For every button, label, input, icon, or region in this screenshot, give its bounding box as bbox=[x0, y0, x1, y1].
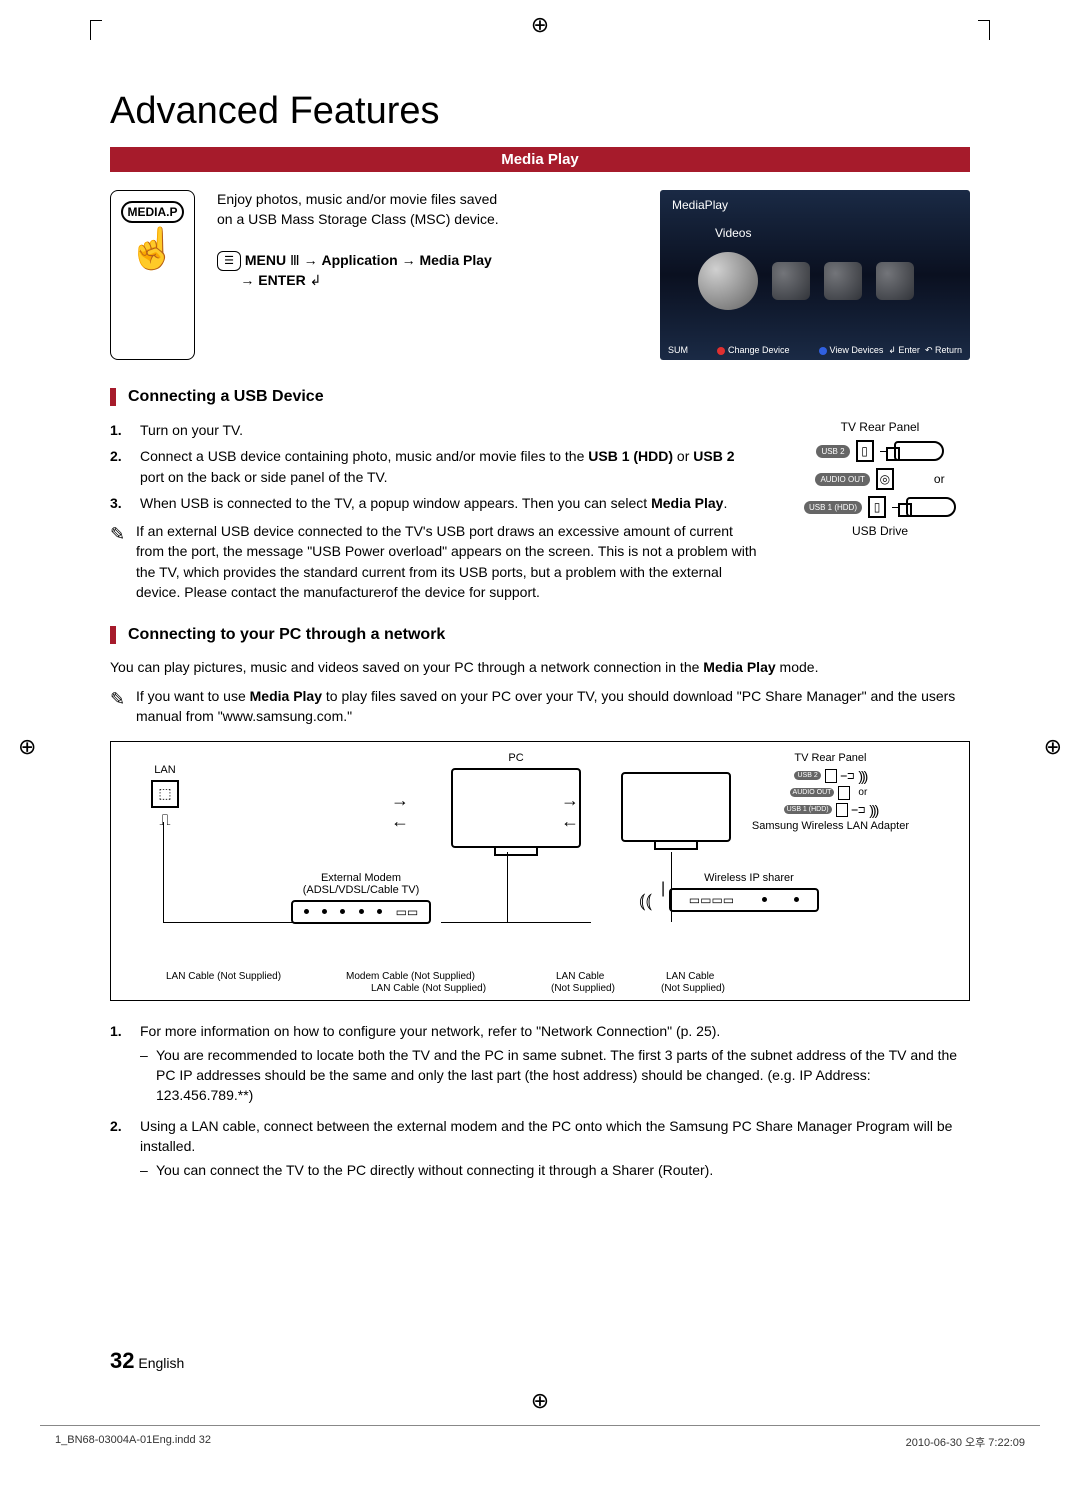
arrow-right-icon: →← bbox=[561, 790, 579, 832]
network-diagram: LAN ⬚ ⎍ →← PC →← TV Rear Panel USB 2⎯⊐))… bbox=[110, 741, 970, 1001]
usb-port-icon: ▯ bbox=[868, 496, 886, 518]
a-badge-icon bbox=[717, 347, 725, 355]
wifi-icon: ))) bbox=[858, 768, 866, 784]
router-icon: ▭▭▭▭ bbox=[669, 888, 819, 912]
page-footer: 32 English bbox=[110, 1348, 184, 1374]
usb-drive-icon bbox=[906, 497, 956, 517]
usb-drive-icon bbox=[894, 441, 944, 461]
document-footer: 1_BN68-03004A-01Eng.indd 32 2010-06-30 오… bbox=[0, 1434, 1080, 1450]
screenshot-title: MediaPlay bbox=[672, 198, 728, 212]
port-icon bbox=[838, 786, 850, 800]
subheading-pc-network: Connecting to your PC through a network bbox=[110, 626, 970, 644]
pc-note: ✎ If you want to use Media Play to play … bbox=[110, 686, 970, 727]
usb-steps-list: 1. Turn on your TV. 2. Connect a USB dev… bbox=[110, 420, 760, 513]
intro-column: Enjoy photos, music and/or movie files s… bbox=[217, 190, 638, 360]
wifi-icon: ⦅⦅ bbox=[639, 890, 652, 913]
mediap-button-label: MEDIA.P bbox=[121, 201, 183, 223]
video-reel-icon bbox=[698, 252, 758, 310]
cable-line bbox=[163, 822, 164, 922]
plug-icon: ⎯⊐ bbox=[841, 768, 855, 783]
menu-glyph-icon: Ⅲ bbox=[290, 252, 300, 268]
pc-intro: You can play pictures, music and videos … bbox=[110, 658, 970, 678]
section-heading-bar: Media Play bbox=[110, 147, 970, 172]
hand-icon: ☝ bbox=[128, 229, 178, 269]
note-icon: ✎ bbox=[110, 686, 126, 727]
pc-steps-list: 1. For more information on how to config… bbox=[110, 1021, 970, 1185]
plug-icon: ⎍ bbox=[151, 812, 179, 830]
tv-monitor-icon bbox=[621, 772, 731, 842]
note-icon: ✎ bbox=[110, 521, 126, 602]
arrow-right-icon: →← bbox=[391, 790, 409, 832]
modem-icon: ▭▭ bbox=[291, 900, 431, 924]
cable-line bbox=[441, 922, 591, 923]
remote-illustration: MEDIA.P ☝ bbox=[110, 190, 195, 360]
cable-line bbox=[507, 852, 508, 922]
plug-icon: ⎯⊐ bbox=[852, 802, 866, 817]
trim-line bbox=[40, 1425, 1040, 1426]
enter-glyph-icon: ↲ bbox=[310, 272, 322, 288]
mediaplay-screenshot: MediaPlay Videos SUM Change Device View … bbox=[660, 190, 970, 360]
crop-mark-icon: ⊕ bbox=[531, 1388, 549, 1414]
usb-port-icon: ▯ bbox=[856, 440, 874, 462]
settings-icon bbox=[876, 262, 914, 300]
usb-note: ✎ If an external USB device connected to… bbox=[110, 521, 760, 602]
cable-line bbox=[163, 922, 303, 923]
music-icon bbox=[772, 262, 810, 300]
screenshot-subtitle: Videos bbox=[715, 226, 751, 240]
photo-icon bbox=[824, 262, 862, 300]
d-badge-icon bbox=[819, 347, 827, 355]
sum-icon: SUM bbox=[668, 345, 688, 356]
cable-line bbox=[671, 852, 672, 922]
wifi-icon: ))) bbox=[869, 802, 877, 818]
port-icon bbox=[836, 803, 848, 817]
page-title: Advanced Features bbox=[110, 90, 970, 133]
antenna-icon: | bbox=[661, 880, 665, 898]
intro-paragraph: Enjoy photos, music and/or movie files s… bbox=[217, 190, 507, 229]
subheading-usb: Connecting a USB Device bbox=[110, 388, 970, 406]
remote-key-icon: ☰ bbox=[217, 251, 241, 271]
audio-port-icon: ◎ bbox=[876, 468, 894, 490]
port-icon bbox=[825, 769, 837, 783]
usb-diagram: TV Rear Panel USB 2 ▯ AUDIO OUT ◎ or U bbox=[790, 420, 970, 602]
lan-port-icon: ⬚ bbox=[151, 780, 179, 808]
menu-path: ☰ MENU Ⅲ → Application → Media Play → EN… bbox=[217, 251, 638, 291]
